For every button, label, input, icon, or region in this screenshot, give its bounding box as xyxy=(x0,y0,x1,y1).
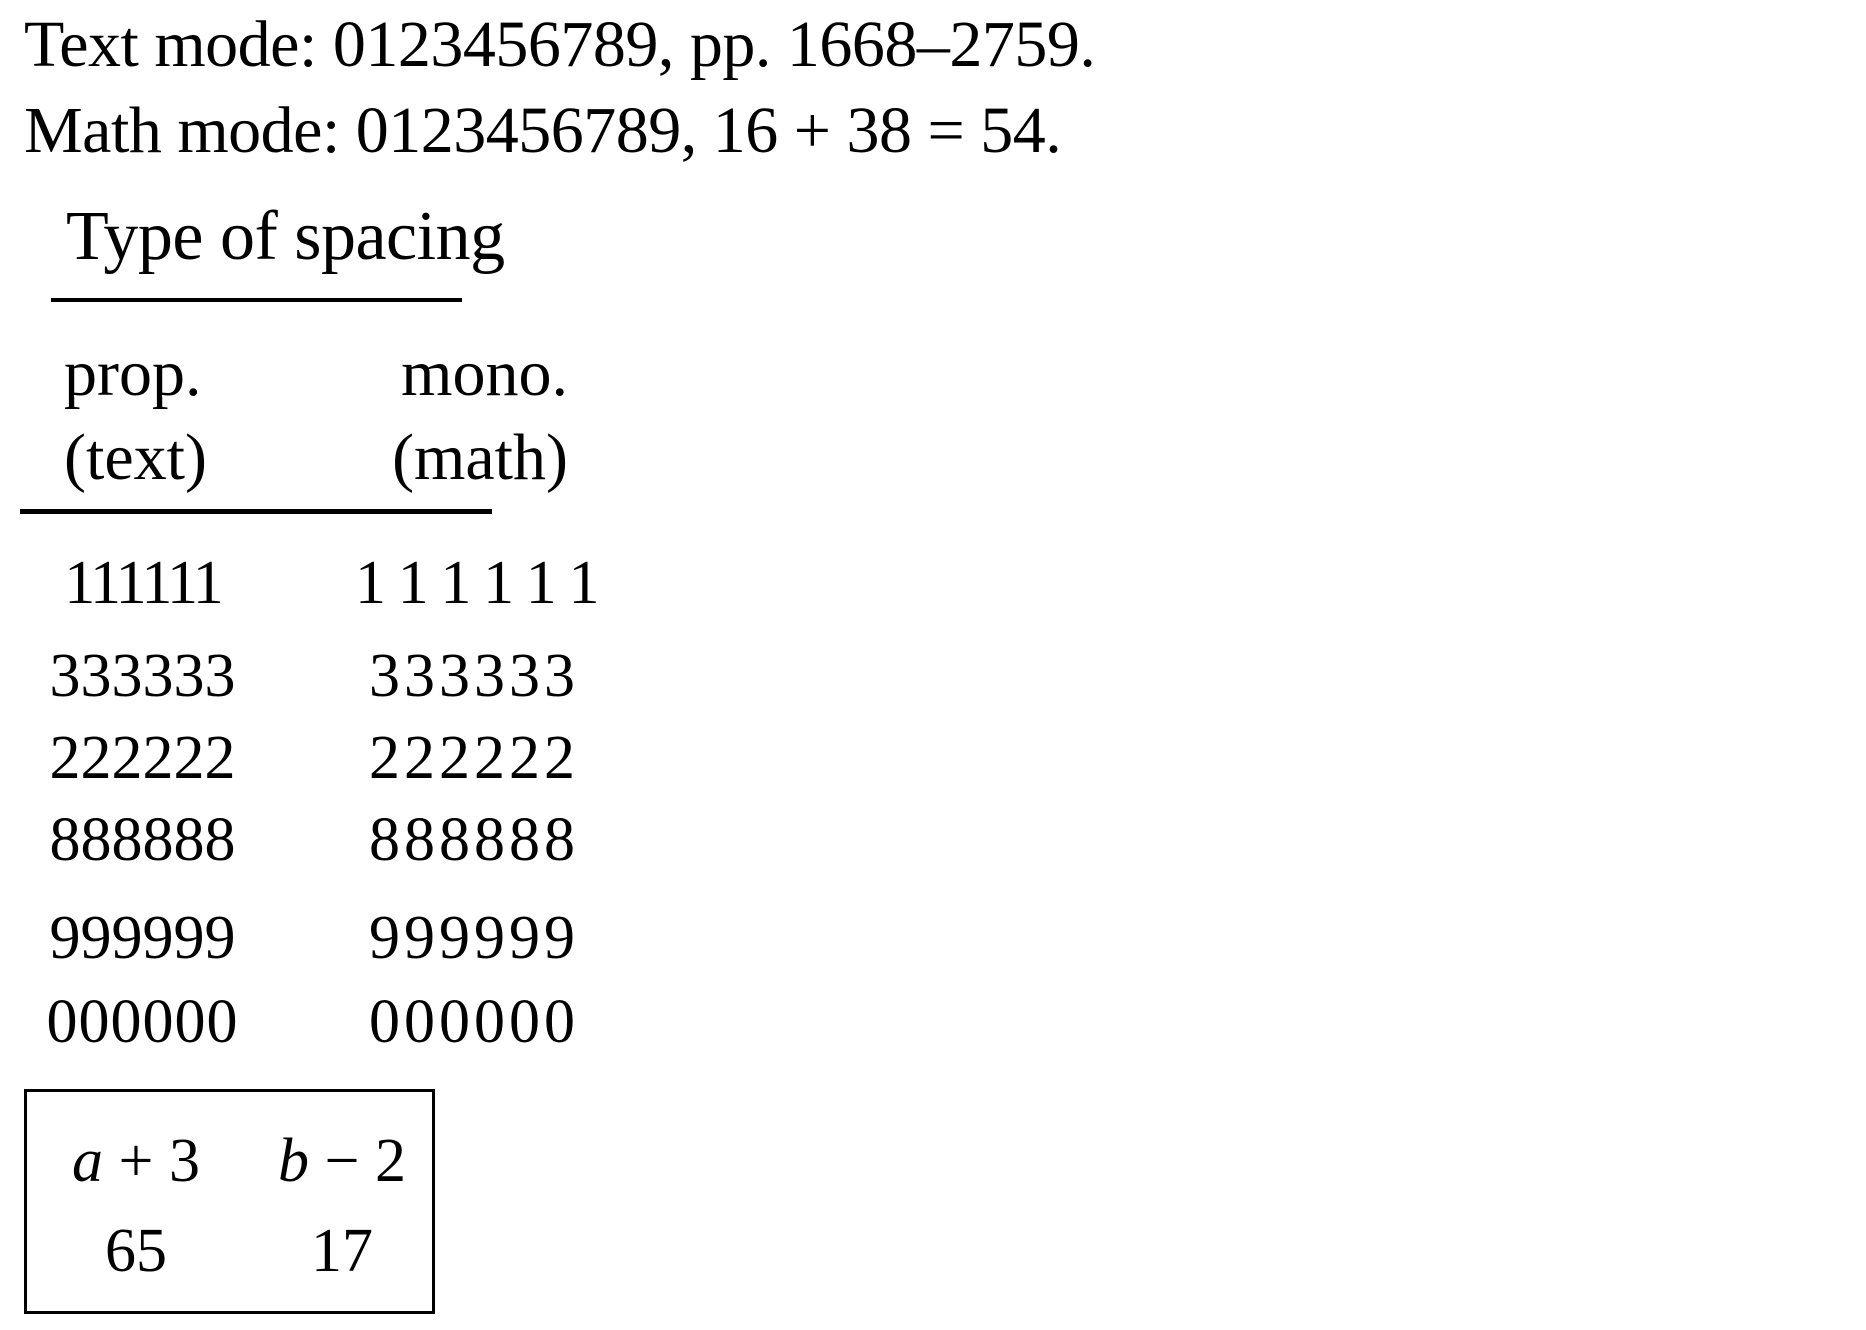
prop-cell: 999999 xyxy=(49,904,236,972)
math-mode-label: Math mode: xyxy=(24,94,340,167)
operator-plus: + xyxy=(118,1127,154,1195)
mono-cell: 999999 xyxy=(369,904,579,972)
math-mode-equation: 16 + 38 = 54. xyxy=(712,94,1062,167)
boxed-table: a + 3 b − 2 65 17 xyxy=(24,1089,435,1314)
table-row: 222222 222222 xyxy=(0,718,620,798)
mono-cell: 111111 xyxy=(355,549,614,617)
prop-cell: 333333 xyxy=(49,642,236,710)
prop-cell: 111111 xyxy=(64,549,224,617)
math-mode-digits: 0123456789, xyxy=(355,94,698,167)
variable-b: b xyxy=(278,1127,310,1195)
number-2: 2 xyxy=(374,1127,406,1195)
header-rule xyxy=(20,509,492,514)
table-row: 333333 333333 xyxy=(0,636,620,716)
text-mode-label: Text mode: xyxy=(24,8,317,81)
text-mode-pages: pp. 1668–2759. xyxy=(689,8,1096,81)
column-header-prop-line1: prop. xyxy=(64,337,202,410)
variable-a: a xyxy=(72,1127,104,1195)
spacing-table-title: Type of spacing xyxy=(66,198,505,275)
table-row: 000000 000000 xyxy=(0,982,620,1062)
column-header-mono-line2: (math) xyxy=(392,421,568,494)
value-b: 17 xyxy=(311,1217,373,1285)
title-rule xyxy=(51,298,462,302)
column-header-prop-line2: (text) xyxy=(64,421,207,494)
prop-cell: 222222 xyxy=(49,724,236,792)
table-row: 999999 999999 xyxy=(0,898,620,978)
column-header-prop: prop. (text) xyxy=(64,332,207,500)
table-row: 888888 888888 xyxy=(0,800,620,880)
mono-cell: 222222 xyxy=(369,724,579,792)
prop-cell: 888888 xyxy=(49,806,236,874)
column-header-mono-line1: mono. xyxy=(401,337,568,410)
number-3: 3 xyxy=(168,1127,200,1195)
column-header-mono: mono. (math) xyxy=(372,332,568,500)
math-mode-line: Math mode: 0123456789, 16 + 38 = 54. xyxy=(24,98,1062,164)
prop-cell: 000000 xyxy=(46,988,239,1056)
expression-a: a + 3 xyxy=(51,1130,221,1192)
mono-cell: 333333 xyxy=(369,642,579,710)
text-mode-line: Text mode: 0123456789, pp. 1668–2759. xyxy=(24,12,1096,78)
expression-b: b − 2 xyxy=(267,1130,417,1192)
operator-minus: − xyxy=(324,1127,360,1195)
text-mode-digits: 0123456789, xyxy=(332,8,675,81)
value-a: 65 xyxy=(105,1217,167,1285)
mono-cell: 888888 xyxy=(369,806,579,874)
table-row: 111111 111111 xyxy=(0,543,620,623)
mono-cell: 000000 xyxy=(369,988,579,1056)
